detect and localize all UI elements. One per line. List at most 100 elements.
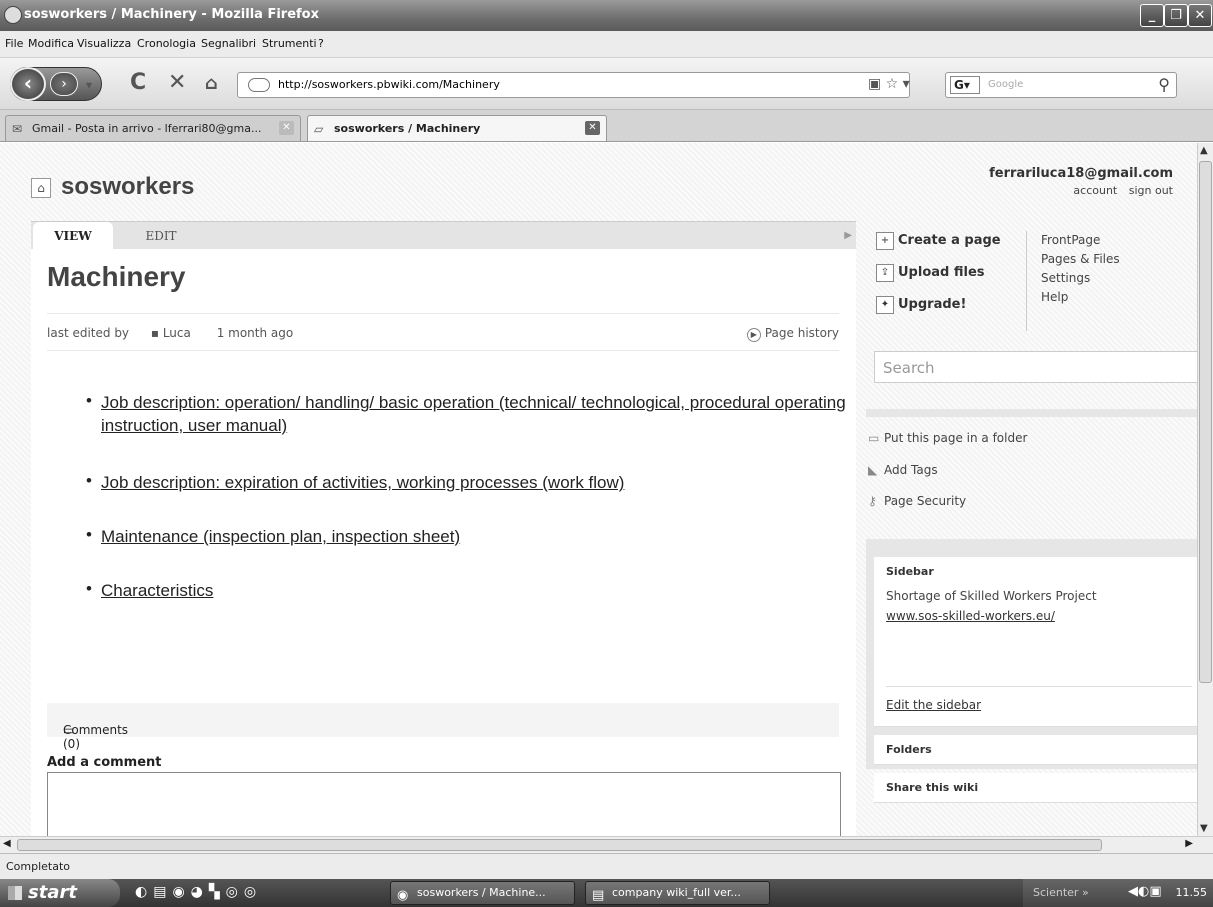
tab-label: Gmail - Posta in arrivo - lferrari80@gma… [32,122,262,135]
author-link[interactable]: ▪ Luca [151,326,191,340]
page-history-link[interactable]: ▶ Page history [746,326,839,342]
back-button[interactable]: ‹ [10,67,46,101]
add-comment-heading: Add a comment [47,755,162,770]
menu-segnalibri[interactable]: Segnalibri [201,37,256,50]
page-viewport: ⌂ sosworkers ferrariluca18@gmail.com acc… [0,143,1213,836]
menu-help[interactable]: ? [318,37,324,50]
history-icon: ▶ [746,328,761,342]
bullet-link[interactable]: Maintenance (inspection plan, inspection… [101,525,460,548]
search-placeholder: Google [988,79,1024,90]
share-header: Share this wiki [886,781,979,794]
add-tags-link[interactable]: ◣ Add Tags [868,463,938,477]
start-button[interactable]: start [0,879,120,907]
folders-box[interactable]: Folders [874,735,1204,765]
page-meta: last edited by ▪ Luca 1 month ago ▶ Page … [47,313,839,351]
forward-button[interactable]: › [50,72,78,96]
edit-sidebar-link[interactable]: Edit the sidebar [886,698,981,712]
hscroll-thumb[interactable] [17,839,1102,851]
tab-edit[interactable]: EDIT [131,222,191,250]
comments-bar[interactable]: ▭ Comments (0) [47,703,839,751]
minimize-button[interactable]: _ [1140,4,1164,27]
tray-icons[interactable]: ◀◐▣ [1128,884,1162,899]
maximize-button[interactable]: ❐ [1164,4,1188,27]
system-tray: Scienter » ◀◐▣ 11.55 [1023,879,1213,907]
search-icon[interactable]: ⚲ [1158,75,1170,94]
url-bar[interactable]: http://sosworkers.pbwiki.com/Machinery [237,72,910,98]
scroll-left-icon[interactable]: ◀ [3,838,11,849]
main-panel: VIEW EDIT ▶ Machinery last edited by ▪ L… [31,221,856,836]
taskbar-item-firefox[interactable]: ◉ sosworkers / Machine... [390,881,575,905]
site-name[interactable]: sosworkers [61,173,194,201]
bullet-link[interactable]: Job description: expiration of activitie… [101,471,624,494]
navigation-toolbar: ‹ › ▾ C ✕ ⌂ http://sosworkers.pbwiki.com… [0,58,1213,110]
user-box: ferrariluca18@gmail.com account sign out [989,166,1173,197]
windows-logo-icon [8,886,22,900]
quick-link-settings[interactable]: Settings [1041,269,1120,288]
expand-arrow-icon[interactable]: ▶ [844,230,852,241]
wiki-search-input[interactable]: Search [874,351,1206,383]
comment-textarea[interactable] [47,772,841,836]
search-bar[interactable]: G▾ Google ⚲ [945,72,1177,98]
put-in-folder-link[interactable]: ▭ Put this page in a folder [868,431,1027,445]
menu-cronologia[interactable]: Cronologia [137,37,196,50]
tray-label[interactable]: Scienter » [1033,886,1089,899]
tab-label: sosworkers / Machinery [334,122,481,135]
site-identity-icon[interactable] [248,78,270,92]
sidebar-box: Sidebar Shortage of Skilled Workers Proj… [874,557,1204,727]
quick-link-frontpage[interactable]: FrontPage [1041,231,1120,250]
user-icon: ▪ [150,326,159,340]
home-icon: ⌂ [31,178,51,198]
user-email: ferrariluca18@gmail.com [989,166,1173,181]
horizontal-scrollbar[interactable]: ◀ ▶ [0,836,1213,853]
menu-modifica[interactable]: Modifica [28,37,74,50]
sidebar-panel: Sidebar Shortage of Skilled Workers Proj… [866,539,1213,803]
tab-view[interactable]: VIEW [33,222,113,250]
sidebar-link[interactable]: www.sos-skilled-workers.eu/ [886,609,1055,623]
close-tab-icon[interactable]: ✕ [585,121,600,135]
tab-gmail[interactable]: ✉ Gmail - Posta in arrivo - lferrari80@g… [5,115,301,141]
history-dropdown-icon[interactable]: ▾ [86,78,92,92]
scroll-up-icon[interactable]: ▲ [1200,145,1208,156]
tag-icon: ◣ [868,463,878,477]
windows-taskbar: start ◐▤◉◕▚◎◎ ◉ sosworkers / Machine... … [0,879,1213,907]
page-title: Machinery [47,261,186,292]
scroll-thumb[interactable] [1199,161,1212,683]
search-engine-selector[interactable]: G▾ [950,76,980,94]
menu-visualizza[interactable]: Visualizza [77,37,131,50]
scroll-right-icon[interactable]: ▶ [1185,838,1193,849]
bullet-link[interactable]: Job description: operation/ handling/ ba… [101,391,846,437]
gmail-icon: ✉ [12,122,23,136]
bullet-link[interactable]: Characteristics [101,579,213,602]
stop-icon[interactable]: ✕ [168,70,186,95]
account-link[interactable]: account [1073,184,1117,197]
firefox-icon: ◉ [397,888,409,903]
word-icon: ▤ [592,888,605,903]
url-text[interactable]: http://sosworkers.pbwiki.com/Machinery [278,78,500,91]
window-title: sosworkers / Machinery - Mozilla Firefox [24,7,319,22]
share-box[interactable]: Share this wiki [874,773,1204,803]
rss-bookmark-icons[interactable]: ▣ ☆ ▾ [868,76,910,92]
quick-link-pages-files[interactable]: Pages & Files [1041,250,1120,269]
page-security-link[interactable]: ⚷ Page Security [868,494,966,508]
close-button[interactable]: ✕ [1188,4,1212,27]
quick-link-help[interactable]: Help [1041,288,1120,307]
page-tabs: VIEW EDIT ▶ [31,221,856,250]
scroll-down-icon[interactable]: ▼ [1200,823,1208,834]
quick-launch-icons[interactable]: ◐▤◉◕▚◎◎ [135,884,262,900]
home-icon[interactable]: ⌂ [205,73,218,94]
upgrade-icon: ✦ [876,296,894,314]
vertical-scrollbar[interactable]: ▲ ▼ [1197,143,1213,836]
close-tab-icon[interactable]: ✕ [279,121,294,135]
taskbar-item-word[interactable]: ▤ company wiki_full ver... [585,881,770,905]
sign-out-link[interactable]: sign out [1129,184,1173,197]
reload-icon[interactable]: C [130,70,146,95]
tab-sosworkers[interactable]: ▱ sosworkers / Machinery ✕ [307,115,607,141]
browser-tab-bar: ✉ Gmail - Posta in arrivo - lferrari80@g… [0,110,1213,142]
upload-icon: ⇪ [876,264,894,282]
page-icon: ▱ [314,122,324,136]
new-page-icon: + [876,232,894,250]
firefox-icon [4,6,22,24]
quick-links: FrontPage Pages & Files Settings Help [1026,231,1120,331]
menu-strumenti[interactable]: Strumenti [262,37,317,50]
menu-file[interactable]: File [5,37,23,50]
